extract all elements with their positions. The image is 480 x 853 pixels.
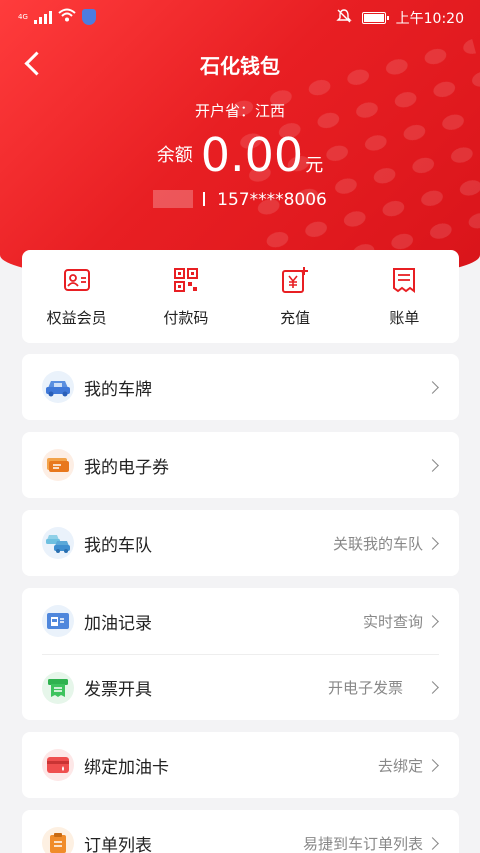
balance-display: 余额 0.00 元: [0, 128, 480, 182]
wifi-icon: [58, 8, 76, 26]
battery-icon: [361, 12, 389, 24]
menu-card-plate: 我的车牌: [22, 354, 459, 420]
status-bar: 4G 上午10:20: [0, 0, 480, 34]
fleet-icon: [42, 527, 74, 559]
car-icon: [42, 371, 74, 403]
bind-fuel-card-label: 绑定加油卡: [84, 757, 169, 778]
payment-code-label: 付款码: [163, 309, 209, 327]
fuel-records-row[interactable]: 加油记录 实时查询: [22, 588, 459, 654]
fuel-card-icon: [42, 749, 74, 781]
quick-actions: 权益会员 付款码 充值 账单: [22, 250, 459, 343]
my-coupon-row[interactable]: 我的电子券: [22, 432, 459, 498]
mute-icon: [335, 8, 352, 28]
chevron-right-icon: [426, 758, 439, 772]
invoice-row[interactable]: 发票开具 开电子发票: [42, 654, 439, 720]
chevron-right-icon: [426, 614, 439, 628]
chevron-right-icon: [426, 836, 439, 850]
order-list-hint: 易捷到车订单列表: [302, 834, 423, 853]
balance-unit: 元: [305, 155, 324, 176]
divider: [203, 192, 206, 206]
security-app-icon: [81, 9, 96, 25]
invoice-icon: [42, 671, 74, 704]
fleet-hint: 关联我的车队: [332, 534, 423, 553]
status-time: 上午10:20: [395, 11, 464, 27]
invoice-hint: 开电子发票: [327, 679, 403, 697]
fuel-records-hint: 实时查询: [362, 612, 423, 631]
menu-card-orders: 订单列表 易捷到车订单列表: [22, 810, 459, 853]
member-benefits-button[interactable]: 权益会员: [22, 250, 131, 343]
my-plate-row[interactable]: 我的车牌: [22, 354, 459, 420]
masked-name: [153, 190, 194, 208]
coupon-icon: [42, 449, 74, 481]
recharge-label: 充值: [280, 309, 311, 327]
my-fleet-label: 我的车队: [84, 535, 152, 556]
fuel-records-label: 加油记录: [84, 613, 152, 634]
balance-amount: 0.00: [200, 128, 304, 182]
order-list-label: 订单列表: [84, 835, 152, 853]
bill-label: 账单: [389, 309, 420, 327]
balance-label: 余额: [156, 145, 193, 166]
payment-code-button[interactable]: 付款码: [131, 250, 240, 343]
my-plate-label: 我的车牌: [84, 379, 152, 400]
menu-card-fleet: 我的车队 关联我的车队: [22, 510, 459, 576]
menu-card-fuel: 加油记录 实时查询 发票开具 开电子发票: [22, 588, 459, 720]
member-benefits-label: 权益会员: [46, 309, 107, 327]
bill-button[interactable]: 账单: [350, 250, 459, 343]
my-fleet-row[interactable]: 我的车队 关联我的车队: [22, 510, 459, 576]
bill-icon: [390, 266, 418, 294]
signal-icon: [33, 10, 52, 24]
account-info: 157****8006: [0, 190, 480, 210]
phone-number: 157****8006: [217, 190, 327, 210]
recharge-icon: [281, 266, 309, 294]
order-list-icon: [42, 827, 74, 853]
menu-card-fuel-card: 绑定加油卡 去绑定: [22, 732, 459, 798]
chevron-right-icon: [426, 380, 439, 394]
account-province: 开户省：江西: [194, 102, 285, 120]
bind-fuel-card-hint: 去绑定: [377, 756, 423, 775]
order-list-row[interactable]: 订单列表 易捷到车订单列表: [22, 810, 459, 853]
nav-bar: 石化钱包: [0, 44, 480, 84]
recharge-button[interactable]: 充值: [241, 250, 350, 343]
wallet-header-banner: 4G 上午10:20 石化钱包 开户省：江西 余额 0.00 元 157****80…: [0, 0, 480, 285]
chevron-right-icon: [426, 458, 439, 472]
network-type: 4G: [18, 13, 28, 21]
qr-code-icon: [172, 266, 200, 294]
chevron-right-icon: [426, 681, 439, 694]
member-card-icon: [63, 266, 91, 294]
my-coupon-label: 我的电子券: [84, 457, 169, 478]
page-title: 石化钱包: [200, 54, 280, 78]
invoice-label: 发票开具: [84, 680, 152, 700]
fuel-pump-icon: [42, 605, 74, 637]
chevron-right-icon: [426, 536, 439, 550]
menu-card-coupon: 我的电子券: [22, 432, 459, 498]
bind-fuel-card-row[interactable]: 绑定加油卡 去绑定: [22, 732, 459, 798]
